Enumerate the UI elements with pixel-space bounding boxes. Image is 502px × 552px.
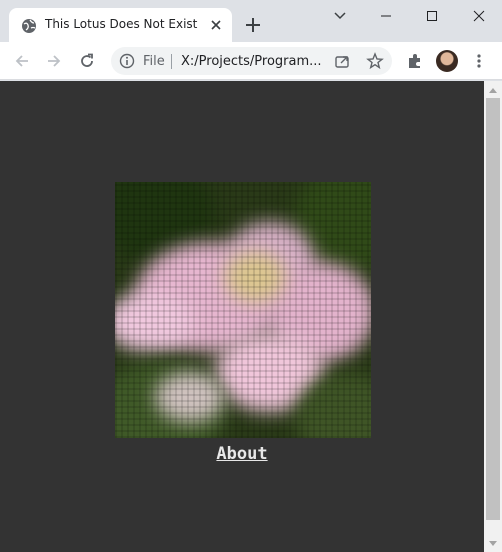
tab-strip: This Lotus Does Not Exist	[0, 0, 502, 42]
scroll-down-button[interactable]	[484, 535, 502, 552]
menu-button[interactable]	[466, 48, 492, 74]
tab-title: This Lotus Does Not Exist	[45, 17, 198, 31]
page-viewport: About	[0, 81, 484, 552]
image-grid-texture	[115, 182, 371, 438]
reload-icon	[81, 53, 93, 67]
close-icon	[473, 10, 485, 22]
browser-tab[interactable]: This Lotus Does Not Exist	[9, 8, 232, 42]
about-link[interactable]: About	[216, 444, 267, 464]
puzzle-piece-icon	[409, 54, 420, 68]
minimize-icon	[381, 15, 391, 17]
scroll-up-arrow-icon	[489, 87, 497, 93]
share-icon[interactable]	[333, 52, 351, 70]
close-window-button[interactable]	[456, 0, 502, 32]
maximize-icon	[427, 11, 437, 21]
omnibox-divider	[171, 54, 172, 69]
profile-avatar[interactable]	[436, 50, 458, 72]
back-arrow-icon	[15, 55, 28, 67]
bookmark-star-icon[interactable]	[366, 52, 384, 70]
maximize-button[interactable]	[409, 0, 455, 32]
forward-arrow-icon	[48, 55, 61, 67]
extensions-button[interactable]	[402, 48, 428, 74]
new-tab-icon[interactable]	[243, 15, 263, 35]
back-button[interactable]	[9, 48, 35, 74]
close-tab-icon[interactable]	[208, 17, 224, 33]
security-label: File	[143, 54, 165, 69]
url-text[interactable]: X:/Projects/Program...	[181, 54, 322, 69]
scrollbar-thumb[interactable]	[486, 98, 500, 520]
minimize-button[interactable]	[363, 0, 409, 32]
tab-search-button[interactable]	[317, 0, 363, 32]
more-vertical-icon	[477, 54, 481, 68]
forward-button[interactable]	[41, 48, 67, 74]
scroll-down-arrow-icon	[489, 540, 497, 546]
address-bar[interactable]: File X:/Projects/Program...	[111, 47, 392, 75]
chevron-down-icon	[334, 12, 346, 20]
reload-button[interactable]	[74, 48, 100, 74]
vertical-scrollbar[interactable]	[484, 81, 502, 552]
about-container: About	[0, 444, 484, 464]
browser-toolbar: File X:/Projects/Program...	[0, 42, 502, 80]
globe-icon	[22, 19, 36, 33]
info-icon[interactable]	[119, 53, 135, 69]
scroll-up-button[interactable]	[484, 81, 502, 98]
lotus-image	[115, 182, 371, 438]
